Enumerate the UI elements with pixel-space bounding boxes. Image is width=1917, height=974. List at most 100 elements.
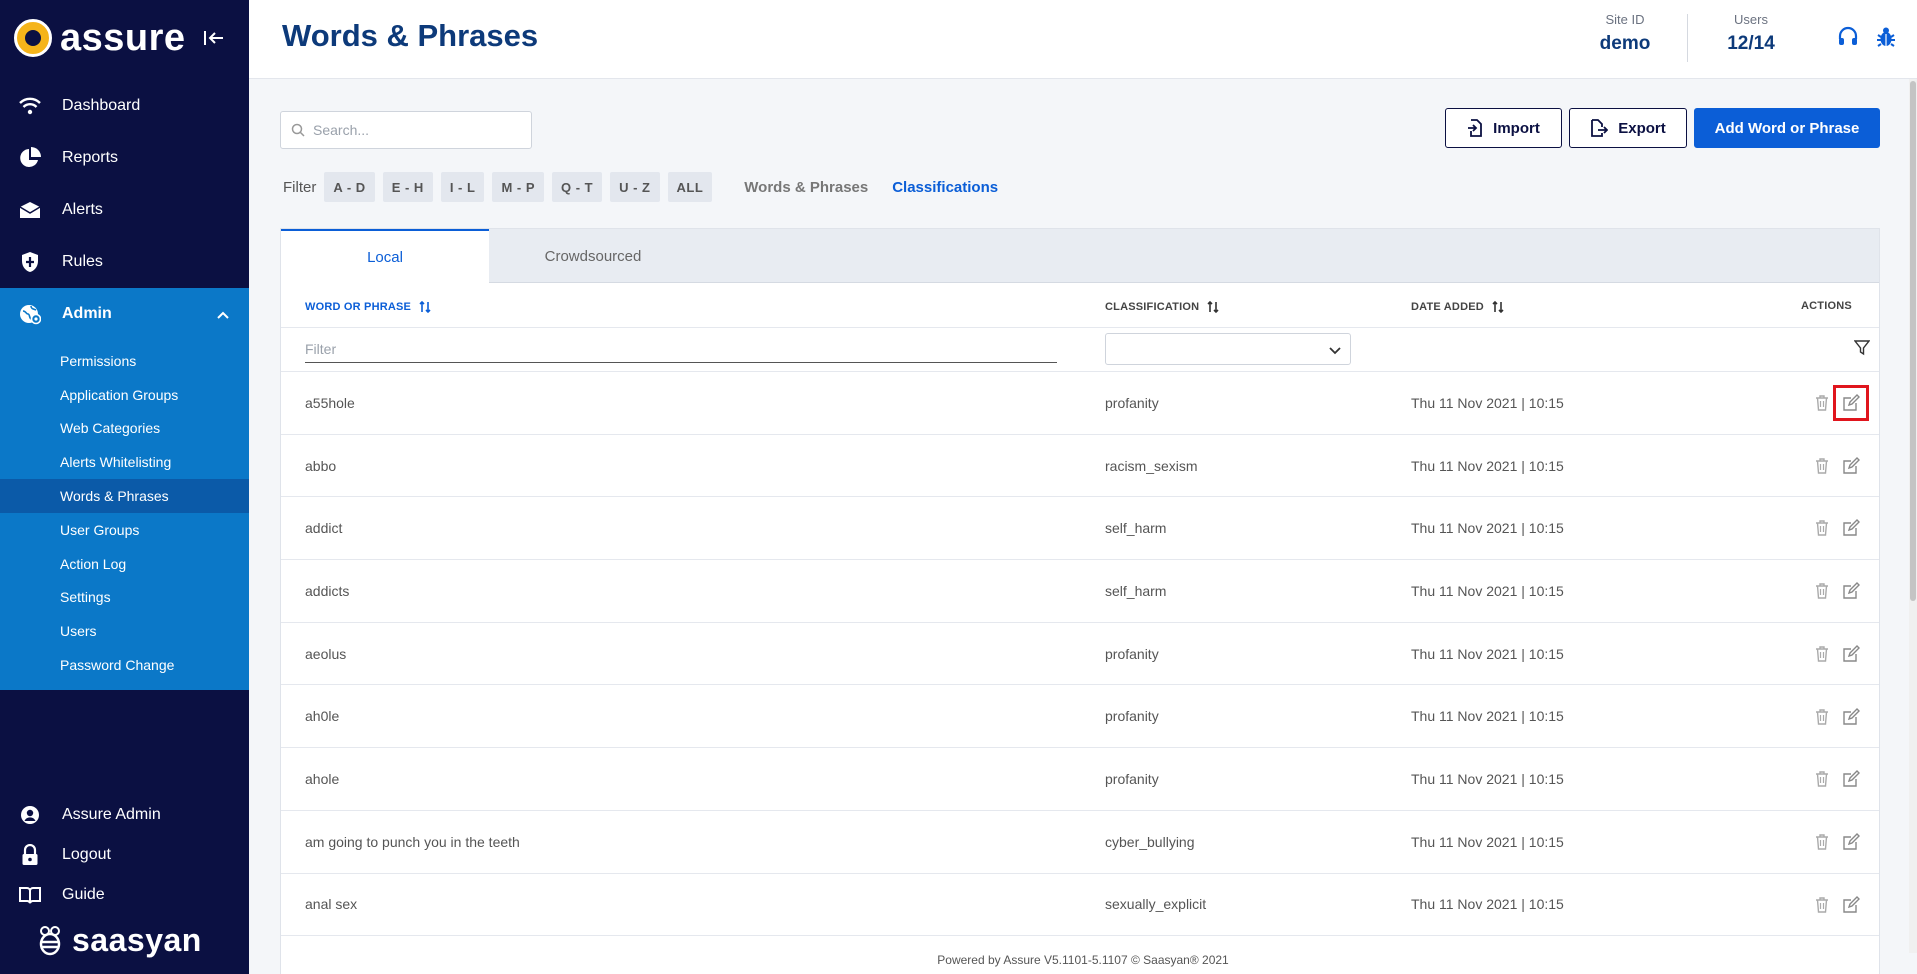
col-word-header[interactable]: WORD OR PHRASE bbox=[305, 300, 431, 314]
filter-view-link[interactable]: Words & Phrases bbox=[744, 179, 868, 196]
admin-subitem[interactable]: Application Groups bbox=[0, 378, 249, 412]
chevron-down-icon bbox=[1328, 343, 1342, 361]
footer: Powered by Assure V5.1101-5.1107 © Saasy… bbox=[937, 953, 1229, 967]
classification-cell: profanity bbox=[1105, 645, 1159, 662]
add-word-button[interactable]: Add Word or Phrase bbox=[1694, 108, 1880, 148]
filter-range-chip[interactable]: I - L bbox=[440, 172, 485, 202]
admin-subitem[interactable]: Alerts Whitelisting bbox=[0, 445, 249, 479]
edit-icon[interactable] bbox=[1840, 894, 1862, 916]
sidebar-bottom-item[interactable]: Assure Admin bbox=[0, 795, 249, 835]
admin-subitem[interactable]: Password Change bbox=[0, 648, 249, 682]
edit-icon[interactable] bbox=[1840, 706, 1862, 728]
edit-icon[interactable] bbox=[1840, 455, 1862, 477]
tab-crowdsourced[interactable]: Crowdsourced bbox=[489, 229, 697, 283]
admin-subitem[interactable]: Permissions bbox=[0, 344, 249, 378]
shield-icon bbox=[18, 250, 42, 274]
sidebar-item-dashboard[interactable]: Dashboard bbox=[0, 80, 249, 132]
pie-chart-icon bbox=[18, 146, 42, 170]
collapse-sidebar-icon[interactable] bbox=[200, 24, 228, 52]
filter-range-chip[interactable]: ALL bbox=[667, 172, 713, 202]
assure-logo-icon bbox=[14, 19, 52, 57]
table-row: addicts self_harm Thu 11 Nov 2021 | 10:15 bbox=[281, 560, 1879, 623]
delete-icon[interactable] bbox=[1811, 831, 1833, 853]
page-title: Words & Phrases bbox=[282, 18, 539, 53]
table-header: WORD OR PHRASE CLASSIFICATION DATE ADDED… bbox=[281, 284, 1879, 328]
sort-icon[interactable] bbox=[419, 300, 431, 314]
delete-icon[interactable] bbox=[1811, 643, 1833, 665]
import-button[interactable]: Import bbox=[1445, 108, 1562, 148]
col-classification-header[interactable]: CLASSIFICATION bbox=[1105, 300, 1219, 314]
sort-icon[interactable] bbox=[1207, 300, 1219, 314]
sort-icon[interactable] bbox=[1492, 300, 1504, 314]
date-cell: Thu 11 Nov 2021 | 10:15 bbox=[1411, 394, 1564, 411]
classification-cell: sexually_explicit bbox=[1105, 896, 1207, 913]
filter-funnel-icon[interactable] bbox=[1853, 340, 1871, 361]
sidebar: assure Dashboard Reports Alerts Rules Admin P… bbox=[0, 0, 249, 974]
page-scrollbar[interactable] bbox=[1909, 79, 1917, 953]
book-icon bbox=[18, 883, 42, 907]
delete-icon[interactable] bbox=[1811, 768, 1833, 790]
import-icon bbox=[1467, 119, 1483, 137]
wifi-icon bbox=[18, 94, 42, 118]
headset-support-icon[interactable] bbox=[1837, 26, 1859, 48]
admin-subitem[interactable]: Words & Phrases bbox=[0, 479, 249, 513]
admin-subitem[interactable]: Action Log bbox=[0, 547, 249, 581]
bug-report-icon[interactable] bbox=[1875, 26, 1897, 48]
site-id-label: Site ID bbox=[1605, 12, 1645, 27]
sidebar-bottom-item[interactable]: Logout bbox=[0, 835, 249, 875]
edit-icon[interactable] bbox=[1840, 580, 1862, 602]
word-cell: addicts bbox=[305, 582, 350, 599]
tab-local-label: Local bbox=[367, 249, 403, 266]
sidebar-item-label: Rules bbox=[62, 253, 103, 270]
classification-select[interactable] bbox=[1105, 333, 1351, 365]
export-label: Export bbox=[1618, 119, 1666, 137]
delete-icon[interactable] bbox=[1811, 392, 1833, 414]
filter-label: Filter bbox=[283, 178, 317, 196]
edit-icon[interactable] bbox=[1840, 643, 1862, 665]
date-cell: Thu 11 Nov 2021 | 10:15 bbox=[1411, 708, 1564, 725]
col-date-header[interactable]: DATE ADDED bbox=[1411, 300, 1504, 314]
brand[interactable]: assure bbox=[14, 14, 186, 62]
col-word-label: WORD OR PHRASE bbox=[305, 301, 412, 313]
delete-icon[interactable] bbox=[1811, 517, 1833, 539]
word-filter-input[interactable] bbox=[305, 335, 1057, 363]
sidebar-item-reports[interactable]: Reports bbox=[0, 132, 249, 184]
table-row: a55hole profanity Thu 11 Nov 2021 | 10:15 bbox=[281, 372, 1879, 435]
admin-subitem[interactable]: Web Categories bbox=[0, 412, 249, 446]
sidebar-item-admin[interactable]: Admin bbox=[0, 288, 249, 340]
delete-icon[interactable] bbox=[1811, 580, 1833, 602]
filter-range-chip[interactable]: U - Z bbox=[610, 172, 660, 202]
date-cell: Thu 11 Nov 2021 | 10:15 bbox=[1411, 896, 1564, 913]
saasyan-text: saasyan bbox=[72, 922, 202, 958]
sidebar-bottom-item[interactable]: Guide bbox=[0, 875, 249, 915]
filter-range-chip[interactable]: A - D bbox=[324, 172, 375, 202]
filter-range-chip[interactable]: M - P bbox=[492, 172, 544, 202]
filter-range-chip[interactable]: E - H bbox=[382, 172, 433, 202]
delete-icon[interactable] bbox=[1811, 706, 1833, 728]
search-input[interactable] bbox=[313, 122, 513, 138]
edit-icon[interactable] bbox=[1840, 768, 1862, 790]
edit-icon[interactable] bbox=[1840, 831, 1862, 853]
table-row: anal sex sexually_explicit Thu 11 Nov 2021… bbox=[281, 874, 1879, 937]
admin-subitem[interactable]: Users bbox=[0, 614, 249, 648]
edit-icon[interactable] bbox=[1833, 385, 1869, 421]
date-cell: Thu 11 Nov 2021 | 10:15 bbox=[1411, 520, 1564, 537]
date-cell: Thu 11 Nov 2021 | 10:15 bbox=[1411, 582, 1564, 599]
filter-view-link[interactable]: Classifications bbox=[892, 179, 998, 196]
delete-icon[interactable] bbox=[1811, 894, 1833, 916]
admin-subitem[interactable]: Settings bbox=[0, 581, 249, 615]
sidebar-item-alerts[interactable]: Alerts bbox=[0, 184, 249, 236]
filter-range-chip[interactable]: Q - T bbox=[552, 172, 603, 202]
edit-icon[interactable] bbox=[1840, 517, 1862, 539]
admin-subitem[interactable]: User Groups bbox=[0, 513, 249, 547]
globe-gear-icon bbox=[18, 302, 42, 326]
users-stat: Users 12/14 bbox=[1703, 12, 1799, 55]
sidebar-item-rules[interactable]: Rules bbox=[0, 236, 249, 288]
delete-icon[interactable] bbox=[1811, 455, 1833, 477]
tab-local[interactable]: Local bbox=[281, 229, 489, 284]
search-box[interactable] bbox=[280, 111, 532, 149]
word-cell: anal sex bbox=[305, 896, 358, 913]
classification-cell: profanity bbox=[1105, 771, 1159, 788]
export-button[interactable]: Export bbox=[1569, 108, 1687, 148]
scrollbar-thumb[interactable] bbox=[1910, 81, 1916, 601]
